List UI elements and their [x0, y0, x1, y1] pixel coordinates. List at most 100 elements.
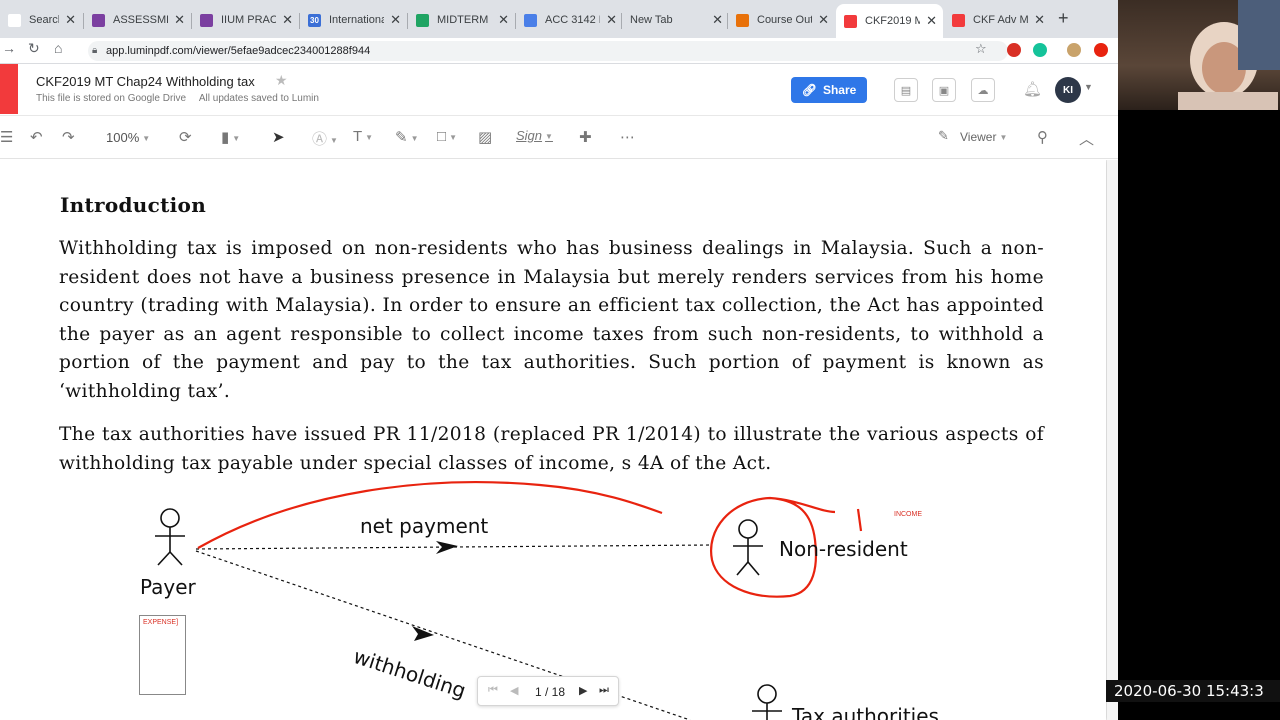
address-bar-row: → ↻ ⌂ 🔒︎ app.luminpdf.com/viewer/5efae9a… [0, 38, 1118, 64]
close-icon[interactable]: ✕ [606, 12, 617, 28]
next-page-icon[interactable]: ▶ [579, 684, 587, 697]
expense-label: EXPENSE] [143, 619, 179, 626]
comment-icon[interactable]: ✚ [579, 128, 592, 146]
tab-label: ASSESSMEN [113, 14, 168, 26]
payer-figure [155, 508, 185, 566]
annotation-toolbar: ☰ ↶ ↷ 100% ▼ ⟳ ▮ ▼ ➤ Ⓐ ▼ T ▼ ✎ ▼ □ ▼ ▨ Sign ▼ ✚… [0, 117, 1118, 159]
bookmark-star-icon[interactable]: ☆ [975, 41, 987, 57]
search-icon[interactable]: ⚲ [1037, 128, 1048, 146]
star-icon[interactable]: ★ [275, 72, 288, 89]
close-icon[interactable]: ✕ [1034, 12, 1045, 28]
close-icon[interactable]: ✕ [926, 13, 937, 29]
tab-favicon-icon [844, 14, 857, 28]
tab-3[interactable]: 30 Internationa ✕ [300, 6, 407, 34]
save-to-drive-icon[interactable]: ▣ [932, 78, 956, 102]
undo-icon[interactable]: ↶ [30, 128, 43, 146]
sidebar-toggle-icon[interactable]: ☰ [0, 128, 13, 146]
tab-label: CKF2019 M [865, 15, 921, 27]
zoom-select[interactable]: 100% ▼ [106, 130, 150, 145]
scrollbar[interactable] [1107, 160, 1118, 720]
withholding-arrowhead [412, 626, 434, 641]
page-navigator: ⏮ ◀ 1 / 18 ▶ ⏭ [477, 676, 619, 706]
select-cursor-icon[interactable]: ➤ [272, 128, 285, 146]
tab-label: CKF Adv Ma [973, 14, 1029, 26]
tab-9[interactable]: CKF Adv Ma ✕ [944, 6, 1051, 34]
close-icon[interactable]: ✕ [174, 12, 185, 28]
print-icon[interactable]: ▤ [894, 78, 918, 102]
rotate-icon[interactable]: ⟳ [179, 128, 192, 146]
url-field[interactable]: 🔒︎ app.luminpdf.com/viewer/5efae9adcec23… [88, 41, 1008, 61]
tab-2[interactable]: IIUM PRACT ✕ [192, 6, 299, 34]
redo-icon[interactable]: ↷ [62, 128, 75, 146]
share-label: Share [822, 83, 857, 97]
upload-cloud-icon[interactable]: ☁ [971, 78, 995, 102]
collapse-toolbar-icon[interactable]: ︿ [1079, 128, 1094, 149]
lumin-header: CKF2019 MT Chap24 Withholding tax ★ This… [0, 64, 1118, 116]
income-annotation[interactable]: INCOME [894, 511, 922, 518]
webcam-panel [1118, 0, 1280, 720]
tab-strip: Search resu ✕ ASSESSMEN ✕ IIUM PRACT ✕ 30 Inter… [0, 0, 1118, 38]
tab-5[interactable]: ACC 3142 M ✕ [516, 6, 623, 34]
page-tools-icon[interactable]: ▮ ▼ [221, 128, 240, 146]
close-icon[interactable]: ✕ [712, 12, 723, 28]
tab-label: Internationa [329, 14, 385, 26]
tab-separator [299, 13, 300, 29]
user-avatar[interactable]: KI [1055, 77, 1081, 103]
tax-authority-figure [752, 684, 782, 720]
net-payment-label: net payment [360, 514, 489, 538]
reload-icon[interactable]: ↻ [28, 40, 40, 57]
last-page-icon[interactable]: ⏭ [599, 684, 609, 697]
shape-tool-icon[interactable]: □ ▼ [437, 128, 457, 145]
home-icon[interactable]: ⌂ [54, 40, 62, 56]
grammarly-extension-icon[interactable] [1033, 43, 1047, 57]
document-subtitle: This file is stored on Google Drive All … [36, 93, 319, 104]
new-tab-button[interactable]: + [1058, 8, 1069, 29]
close-icon[interactable]: ✕ [498, 12, 509, 28]
tab-4[interactable]: MIDTERM EX ✕ [408, 6, 515, 34]
viewer-mode-select[interactable]: Viewer ▼ [960, 130, 1007, 144]
image-tool-icon[interactable]: ▨ [478, 128, 492, 146]
close-icon[interactable]: ✕ [818, 12, 829, 28]
extension-red-icon[interactable] [1094, 43, 1108, 57]
tab-label: MIDTERM EX [437, 14, 492, 26]
tab-favicon-icon [92, 13, 105, 27]
tab-separator [515, 13, 516, 29]
tab-favicon-icon [524, 13, 537, 27]
highlight-text-icon[interactable]: Ⓐ ▼ [312, 128, 338, 149]
non-resident-figure [733, 519, 763, 576]
signature-tool-icon[interactable]: Sign ▼ [516, 128, 553, 143]
previous-page-icon[interactable]: ◀ [510, 684, 518, 697]
save-status: All updates saved to Lumin [198, 93, 319, 104]
notification-bell-icon[interactable]: 🔔︎ [1023, 80, 1042, 98]
profile-avatar-icon[interactable] [1067, 43, 1081, 57]
lumin-logo-icon[interactable] [0, 64, 18, 114]
tab-favicon-icon [200, 13, 213, 27]
zoom-value: 100% [106, 130, 140, 145]
tab-favicon-icon [952, 13, 965, 27]
video-timestamp: 2020-06-30 15:43:3 [1106, 680, 1280, 702]
tax-authorities-label: Tax authorities [792, 704, 939, 720]
expense-annotation-box[interactable]: EXPENSE] [139, 615, 186, 695]
text-tool-icon[interactable]: T ▼ [353, 128, 373, 145]
tab-1[interactable]: ASSESSMEN ✕ [84, 6, 191, 34]
tab-0[interactable]: Search resu ✕ [0, 6, 82, 34]
tab-favicon-icon [416, 13, 429, 27]
document-title[interactable]: CKF2019 MT Chap24 Withholding tax [36, 74, 255, 89]
tab-separator [407, 13, 408, 29]
close-icon[interactable]: ✕ [282, 12, 293, 28]
forward-icon[interactable]: → [2, 40, 16, 56]
chevron-down-icon[interactable]: ▼ [1084, 82, 1093, 92]
tab-6[interactable]: New Tab ✕ [622, 6, 729, 34]
page-count[interactable]: 1 / 18 [535, 685, 565, 699]
tab-8[interactable]: CKF2019 M ✕ [836, 4, 943, 38]
close-icon[interactable]: ✕ [390, 12, 401, 28]
first-page-icon[interactable]: ⏮ [488, 684, 498, 697]
extension-icon[interactable] [1007, 43, 1021, 57]
close-icon[interactable]: ✕ [65, 12, 76, 28]
tab-7[interactable]: Course Outl ✕ [728, 6, 835, 34]
share-button[interactable]: 🔗︎ Share [791, 77, 867, 103]
more-options-icon[interactable]: ⋯ [620, 128, 635, 146]
pen-tool-icon[interactable]: ✎ ▼ [395, 128, 419, 146]
document-viewport[interactable]: Introduction Withholding tax is imposed … [0, 160, 1118, 720]
tab-favicon-icon [736, 13, 749, 27]
